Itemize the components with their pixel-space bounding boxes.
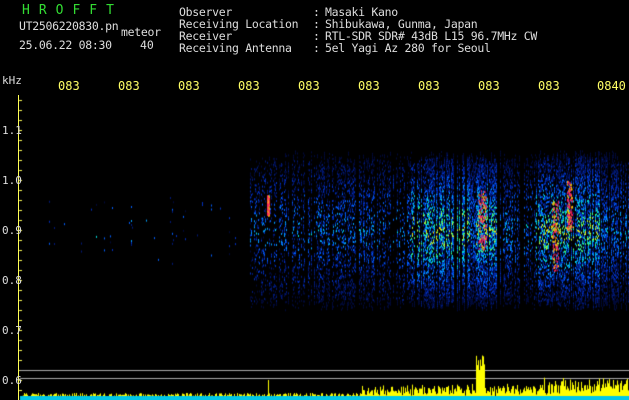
echo-count: 40 (140, 38, 154, 52)
info-key: Receiving Antenna (179, 41, 292, 55)
info-row-observer: Observer: Masaki Kano (179, 5, 398, 19)
spectrogram-canvas (0, 0, 629, 400)
time-tick: 083 (298, 79, 320, 93)
frequency-tick: 0.9 (2, 224, 22, 237)
time-tick: 083 (358, 79, 380, 93)
time-tick: 083 (418, 79, 440, 93)
app-title: HROFFT (22, 3, 123, 18)
detection-type-label: meteor (121, 25, 161, 39)
time-tick: 083 (178, 79, 200, 93)
info-row-receiver: Receiver: RTL-SDR SDR# 43dB L15 96.7MHz C… (179, 29, 537, 43)
time-tick: 083 (538, 79, 560, 93)
info-value: 5el Yagi Az 280 for Seoul (325, 41, 491, 55)
time-tick: 083 (478, 79, 500, 93)
time-tick: 083 (238, 79, 260, 93)
time-tick: 083 (58, 79, 80, 93)
time-tick: 083 (118, 79, 140, 93)
date-time: 25.06.22 08:30 (19, 38, 112, 52)
frequency-unit-label: kHz (2, 74, 22, 87)
info-row-location: Receiving Location: Shibukawa, Gunma, Jap… (179, 17, 478, 31)
frequency-tick: 0.6 (2, 374, 22, 387)
file-name: UT2506220830.pn (19, 19, 119, 33)
frequency-tick: 0.7 (2, 324, 22, 337)
frequency-tick: 0.8 (2, 274, 22, 287)
frequency-tick: 1.0 (2, 174, 22, 187)
info-row-antenna: Receiving Antenna:5el Yagi Az 280 for Se… (179, 41, 491, 55)
info-separator: : (313, 41, 320, 55)
frequency-axis-line (18, 95, 19, 400)
frequency-tick: 1.1 (2, 124, 22, 137)
time-tick: 0840 (597, 79, 626, 93)
